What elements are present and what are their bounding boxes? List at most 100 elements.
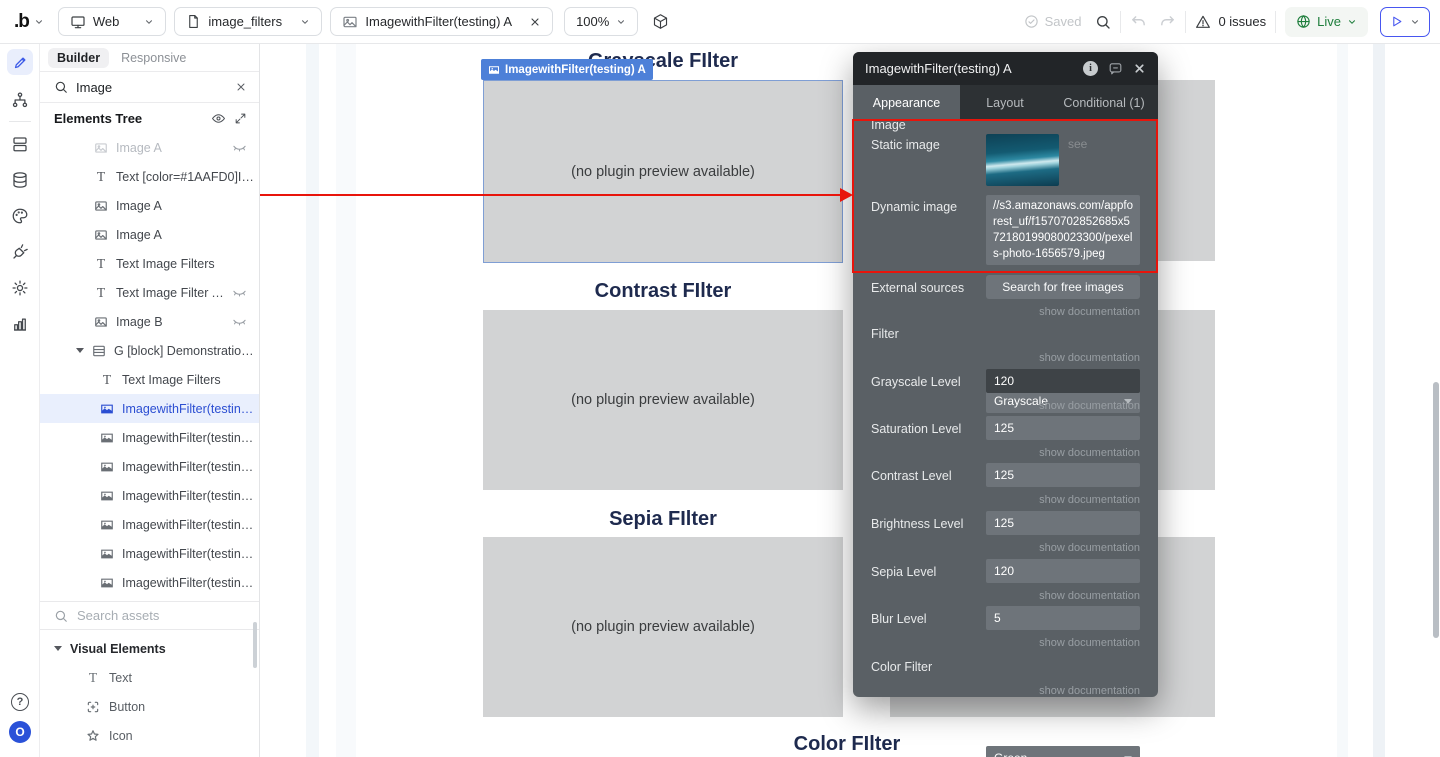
tree-item-imagewithfilter-d[interactable]: ImagewithFilter(testing) D xyxy=(40,481,259,510)
bubble-logo-icon[interactable] xyxy=(14,11,29,33)
palette-item-link[interactable]: Link xyxy=(40,750,259,757)
close-icon[interactable] xyxy=(529,16,541,28)
tree-item-imagewithfilter-c[interactable]: ImagewithFilter(testing) C xyxy=(40,452,259,481)
top-toolbar: Web image_filters ImagewithFilter(testin… xyxy=(0,0,1440,44)
color-filter-dropdown[interactable]: Green xyxy=(986,746,1140,757)
visual-elements-header[interactable]: Visual Elements xyxy=(40,634,259,663)
styles-tab-icon[interactable] xyxy=(0,200,40,232)
elements-search-input[interactable] xyxy=(76,80,227,95)
tree-item-imagewithfilter-f[interactable]: ImagewithFilter(testing) F xyxy=(40,539,259,568)
selected-element-tag[interactable]: ImagewithFilter(testing) A xyxy=(481,59,653,80)
plugin-element-contrast[interactable]: (no plugin preview available) xyxy=(483,310,843,490)
workflow-tab-icon[interactable] xyxy=(0,84,40,116)
components-tab-icon[interactable] xyxy=(0,128,40,160)
tree-item-imagewithfilter-g[interactable]: ImagewithFilter(testing) G xyxy=(40,568,259,597)
canvas-gutter xyxy=(306,44,319,757)
show-documentation-link[interactable]: show documentation xyxy=(1039,400,1140,412)
tree-item-label: ImagewithFilter(testing) F xyxy=(122,547,259,561)
platform-selector[interactable]: Web xyxy=(58,7,167,36)
tree-item-group-demonstration[interactable]: G [block] Demonstration image ... xyxy=(40,336,259,365)
elements-tree-header: Elements Tree xyxy=(40,103,259,133)
tree-item-imagewithfilter-a[interactable]: ImagewithFilter(testing) A xyxy=(40,394,259,423)
static-image-thumbnail[interactable] xyxy=(986,134,1059,186)
dynamic-image-input[interactable]: //s3.amazonaws.com/appforest_uf/f1570702… xyxy=(986,195,1140,265)
canvas-scrollbar[interactable] xyxy=(1433,382,1439,638)
tab-builder[interactable]: Builder xyxy=(48,48,109,68)
tree-item-text-image-filters-2[interactable]: Text Image Filters xyxy=(40,365,259,394)
palette-item-icon[interactable]: Icon xyxy=(40,721,259,750)
tab-responsive[interactable]: Responsive xyxy=(121,51,186,65)
show-documentation-link[interactable]: show documentation xyxy=(1039,637,1140,649)
collapse-triangle-icon[interactable] xyxy=(76,348,84,353)
tree-item-image-a-3[interactable]: Image A xyxy=(40,220,259,249)
show-documentation-link[interactable]: show documentation xyxy=(1039,542,1140,554)
cube-icon[interactable] xyxy=(652,13,669,30)
page-selector[interactable]: image_filters xyxy=(174,7,322,36)
sidebar-scrollbar[interactable] xyxy=(253,622,257,668)
group-block-icon xyxy=(92,344,106,358)
eye-closed-icon[interactable] xyxy=(232,140,247,155)
brightness-level-input[interactable]: 125 xyxy=(986,511,1140,535)
palette-icon xyxy=(11,207,29,225)
contrast-level-input[interactable]: 125 xyxy=(986,463,1140,487)
grayscale-level-input[interactable]: 120 xyxy=(986,369,1140,393)
property-editor-tabs: Appearance Layout Conditional (1) xyxy=(853,85,1158,120)
eye-closed-icon[interactable] xyxy=(232,314,247,329)
close-icon[interactable] xyxy=(1133,62,1146,75)
tree-item-image-a-hidden[interactable]: Image A xyxy=(40,133,259,162)
search-free-images-button[interactable]: Search for free images xyxy=(986,275,1140,299)
property-editor-header[interactable]: ImagewithFilter(testing) A xyxy=(853,52,1158,85)
see-link[interactable]: see xyxy=(1068,137,1087,151)
tree-item-text-color-image[interactable]: Text [color=#1AAFD0]Image xyxy=(40,162,259,191)
tree-item-image-a-2[interactable]: Image A xyxy=(40,191,259,220)
show-documentation-link[interactable]: show documentation xyxy=(1039,590,1140,602)
plugin-element-sepia[interactable]: (no plugin preview available) xyxy=(483,537,843,717)
tab-appearance[interactable]: Appearance xyxy=(853,85,960,120)
clear-search-icon[interactable] xyxy=(235,81,247,93)
eye-closed-icon[interactable] xyxy=(232,285,247,300)
element-tab[interactable]: ImagewithFilter(testing) A xyxy=(330,7,553,36)
sepia-level-input[interactable]: 120 xyxy=(986,559,1140,583)
show-documentation-link[interactable]: show documentation xyxy=(1039,494,1140,506)
show-documentation-link[interactable]: show documentation xyxy=(1039,352,1140,364)
eye-icon[interactable] xyxy=(211,111,226,126)
support-badge-icon[interactable] xyxy=(0,716,40,748)
preview-button[interactable] xyxy=(1380,7,1430,37)
issues-indicator[interactable]: 0 issues xyxy=(1195,14,1266,30)
palette-item-text[interactable]: Text xyxy=(40,663,259,692)
zoom-selector[interactable]: 100% xyxy=(564,7,638,36)
data-tab-icon[interactable] xyxy=(0,164,40,196)
chevron-down-icon xyxy=(616,17,626,27)
design-tab-icon[interactable] xyxy=(7,49,33,75)
tab-layout[interactable]: Layout xyxy=(960,85,1050,120)
tree-item-label: Image A xyxy=(116,141,162,155)
palette-item-button[interactable]: Button xyxy=(40,692,259,721)
undo-icon[interactable] xyxy=(1130,13,1147,30)
canvas[interactable] xyxy=(261,44,1440,757)
plugin-element-grayscale[interactable]: (no plugin preview available) xyxy=(483,80,843,263)
image-icon xyxy=(100,402,114,416)
tree-item-text-image-filter-applier[interactable]: Text Image Filter Applier xyxy=(40,278,259,307)
info-icon[interactable] xyxy=(1083,61,1098,76)
tree-item-imagewithfilter-e[interactable]: ImagewithFilter(testing) E xyxy=(40,510,259,539)
tree-item-text-image-filters[interactable]: Text Image Filters xyxy=(40,249,259,278)
show-documentation-link[interactable]: show documentation xyxy=(1039,447,1140,459)
saturation-level-input[interactable]: 125 xyxy=(986,416,1140,440)
show-documentation-link[interactable]: show documentation xyxy=(1039,685,1140,697)
search-icon[interactable] xyxy=(1095,14,1111,30)
live-environment-selector[interactable]: Live xyxy=(1285,7,1368,37)
tree-item-image-b[interactable]: Image B xyxy=(40,307,259,336)
tree-item-imagewithfilter-b[interactable]: ImagewithFilter(testing) B xyxy=(40,423,259,452)
show-documentation-link[interactable]: show documentation xyxy=(1039,306,1140,318)
plugins-tab-icon[interactable] xyxy=(0,236,40,268)
blur-level-input[interactable]: 5 xyxy=(986,606,1140,630)
expand-tree-icon[interactable] xyxy=(234,112,247,125)
comment-icon[interactable] xyxy=(1108,61,1123,76)
settings-tab-icon[interactable] xyxy=(0,272,40,304)
redo-icon[interactable] xyxy=(1159,13,1176,30)
tab-conditional[interactable]: Conditional (1) xyxy=(1050,85,1158,120)
assets-search-input[interactable] xyxy=(77,608,245,623)
help-icon[interactable] xyxy=(0,686,40,718)
chevron-down-icon[interactable] xyxy=(34,17,44,27)
logs-tab-icon[interactable] xyxy=(0,308,40,340)
